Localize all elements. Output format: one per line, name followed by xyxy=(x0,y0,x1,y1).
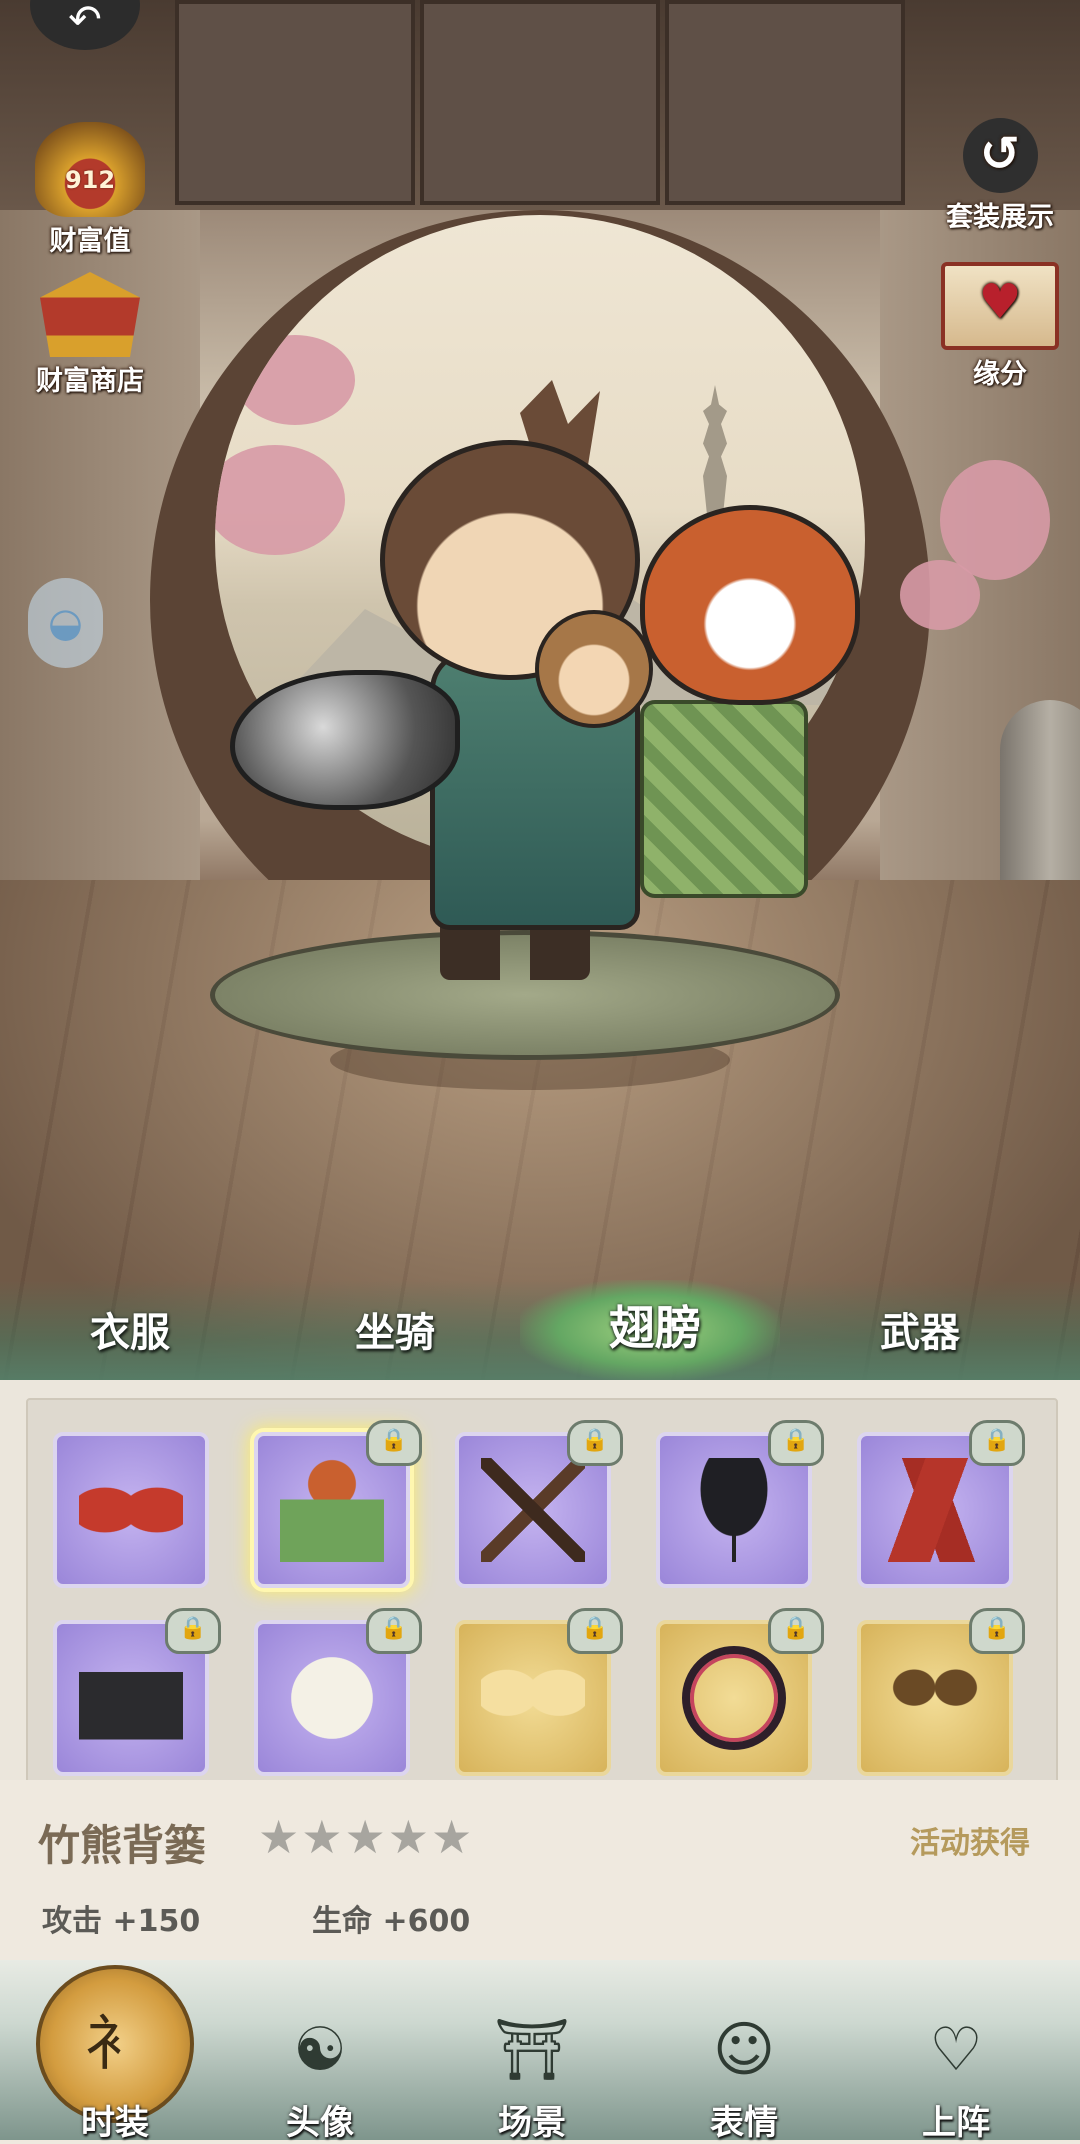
crossbow-icon xyxy=(481,1458,585,1562)
nav-scene-label: 场景 xyxy=(498,2103,566,2143)
wealth-shop-button[interactable]: 财富商店 xyxy=(20,272,160,398)
item-slot-red-wings[interactable] xyxy=(53,1432,209,1588)
heart-scroll-icon: ♥ xyxy=(941,262,1059,350)
lock-icon: 🔒 xyxy=(768,1420,824,1466)
fate-button[interactable]: ♥ 缘分 xyxy=(935,262,1065,391)
wealth-value: 912 xyxy=(64,165,116,194)
tab-wings[interactable]: 翅膀 xyxy=(555,1292,755,1358)
cherry-blossom-branch xyxy=(900,560,980,630)
tab-mount[interactable]: 坐骑 xyxy=(295,1300,495,1358)
lock-icon: 🔒 xyxy=(165,1608,221,1654)
black-umbrella-icon xyxy=(682,1458,786,1562)
floating-helper-button[interactable]: ◒ xyxy=(28,578,103,668)
hp-stat: 生命 +600 xyxy=(312,1904,471,1939)
tab-clothes[interactable]: 衣服 xyxy=(30,1300,230,1358)
lock-icon: 🔒 xyxy=(366,1608,422,1654)
cherry-blossom-branch xyxy=(940,460,1050,580)
star-icon: ★ xyxy=(301,1810,345,1864)
back-arrow-icon: ↶ xyxy=(68,0,102,43)
nav-avatar[interactable]: ☯ 头像 xyxy=(240,1985,400,2143)
item-source[interactable]: 活动获得 xyxy=(910,1818,1030,1862)
lock-icon: 🔒 xyxy=(969,1420,1025,1466)
wealth-shop-label: 财富商店 xyxy=(36,366,144,397)
flower-ring-icon xyxy=(682,1646,786,1750)
nav-deploy-label: 上阵 xyxy=(922,2103,990,2143)
pillow-icon xyxy=(280,1646,384,1750)
lock-icon: 🔒 xyxy=(969,1608,1025,1654)
red-wings-icon xyxy=(79,1458,183,1562)
dragon-horns-icon xyxy=(883,1646,987,1750)
fate-label: 缘分 xyxy=(973,359,1027,390)
gold-pot-icon: 912 xyxy=(35,122,145,217)
character-stage xyxy=(0,0,1080,1390)
nav-emote[interactable]: ☺ 表情 xyxy=(664,1985,824,2143)
tab-weapon[interactable]: 武器 xyxy=(820,1300,1020,1358)
suit-display-button[interactable]: ↺ 套装展示 xyxy=(930,118,1070,234)
lock-icon: 🔒 xyxy=(768,1608,824,1654)
item-name: 竹熊背篓 xyxy=(38,1821,207,1870)
golf-bag-icon xyxy=(79,1646,183,1750)
red-panda xyxy=(640,505,860,705)
monkey-companion xyxy=(535,610,653,728)
item-grid: 🔒 🔒 🔒 🔒 🔒 🔒 🔒 🔒 🔒 xyxy=(26,1398,1058,1784)
sliding-panel xyxy=(420,0,660,205)
lock-icon: 🔒 xyxy=(567,1420,623,1466)
nav-fashion[interactable]: 衤 时装 xyxy=(35,1965,195,2143)
nav-emote-label: 表情 xyxy=(710,2103,778,2143)
nav-deploy[interactable]: ♡ 上阵 xyxy=(876,1985,1036,2143)
star-icon: ★ xyxy=(431,1810,475,1864)
red-panda-basket-icon xyxy=(280,1458,384,1562)
shop-pavilion-icon xyxy=(40,272,140,357)
nav-fashion-label: 时装 xyxy=(81,2103,149,2143)
star-rating: ★★★★★ xyxy=(258,1810,474,1864)
wealth-button[interactable]: 912 财富值 xyxy=(25,122,155,258)
sliding-panel xyxy=(665,0,905,205)
suit-display-label: 套装展示 xyxy=(946,202,1054,233)
wealth-label: 财富值 xyxy=(49,226,131,257)
star-icon: ★ xyxy=(387,1810,431,1864)
lock-icon: 🔒 xyxy=(366,1420,422,1466)
sliding-panel xyxy=(175,0,415,205)
bamboo-basket-back-item xyxy=(640,700,808,898)
star-icon: ★ xyxy=(344,1810,388,1864)
attack-stat: 攻击 +150 xyxy=(42,1904,201,1939)
wave-icon: ◒ xyxy=(48,600,83,646)
pagoda xyxy=(703,385,727,515)
star-icon: ★ xyxy=(258,1810,302,1864)
nav-scene[interactable]: ⛩ 场景 xyxy=(452,1985,612,2143)
red-banners-icon xyxy=(883,1458,987,1562)
nav-avatar-label: 头像 xyxy=(286,2103,354,2143)
lock-icon: 🔒 xyxy=(567,1608,623,1654)
golden-feather-wings-icon xyxy=(481,1646,585,1750)
cherry-blossom xyxy=(235,335,355,425)
cherry-blossom xyxy=(215,445,345,555)
swirl-icon: ↺ xyxy=(962,118,1038,193)
